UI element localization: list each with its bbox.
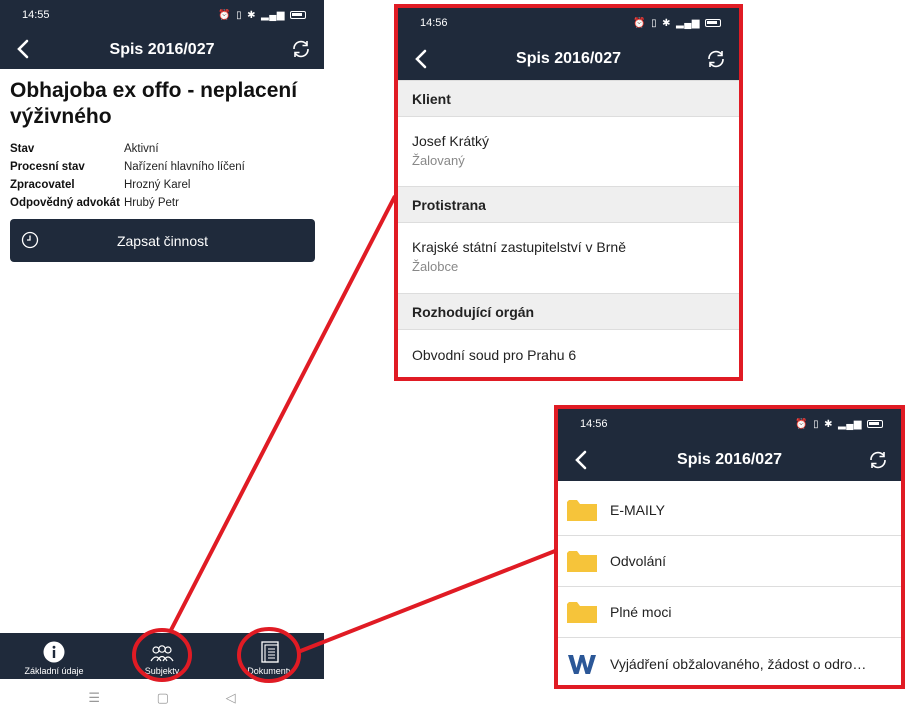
info-value: Hrozný Karel bbox=[124, 179, 191, 191]
status-icons: ⏰ ▯ ✱ ▂▄▆ bbox=[795, 419, 883, 430]
battery-icon bbox=[867, 420, 883, 428]
nav-label: Dokumenty bbox=[247, 666, 293, 676]
main-screen: 14:55 ⏰ ▯ ✱ ▂▄▆ Spis 2016/027 Obhajoba e… bbox=[0, 0, 324, 713]
refresh-icon[interactable] bbox=[867, 449, 889, 471]
document-name: Vyjádření obžalovaného, žádost o odro… bbox=[610, 655, 867, 672]
info-label: Odpovědný advokát bbox=[10, 197, 120, 209]
page-title: Spis 2016/027 bbox=[516, 50, 621, 67]
vibrate-icon: ▯ bbox=[651, 17, 658, 29]
word-icon bbox=[568, 654, 596, 674]
folder-icon bbox=[567, 602, 597, 623]
home-icon[interactable]: ▢ bbox=[157, 690, 169, 706]
folder-icon bbox=[567, 551, 597, 572]
back-arrow-icon[interactable] bbox=[410, 46, 434, 72]
signal-icon: ▂▄▆ bbox=[838, 418, 862, 430]
section-header-opposing-party: Protistrana bbox=[398, 186, 739, 223]
people-icon bbox=[150, 645, 174, 662]
folder-icon bbox=[567, 500, 597, 521]
alarm-icon: ⏰ bbox=[633, 17, 647, 29]
alarm-icon: ⏰ bbox=[795, 418, 809, 430]
vibrate-icon: ▯ bbox=[813, 418, 820, 430]
page-title: Spis 2016/027 bbox=[109, 40, 215, 58]
document-name: E-MAILY bbox=[610, 502, 665, 518]
clock-icon bbox=[21, 231, 39, 249]
battery-icon bbox=[290, 11, 306, 19]
back-arrow-icon[interactable] bbox=[12, 36, 36, 62]
subjects-screen-inset: 14:56 ⏰ ▯ ✱ ▂▄▆ Spis 2016/027 Klient Jos… bbox=[394, 4, 743, 381]
document-item[interactable]: Odvolání bbox=[558, 536, 901, 587]
refresh-icon[interactable] bbox=[705, 48, 727, 70]
status-icons: ⏰ ▯ ✱ ▂▄▆ bbox=[218, 10, 306, 21]
app-bar: Spis 2016/027 bbox=[0, 30, 324, 69]
nav-label: Subjekty bbox=[144, 666, 180, 676]
info-row-responsible-lawyer: Odpovědný advokát Hrubý Petr bbox=[10, 194, 245, 212]
subject-item-client[interactable]: Josef Krátký Žalovaný bbox=[398, 117, 739, 186]
subjects-list: Klient Josef Krátký Žalovaný Protistrana… bbox=[398, 80, 739, 377]
info-label: Stav bbox=[10, 143, 35, 155]
info-row-status: Stav Aktivní bbox=[10, 140, 245, 158]
info-value: Nařízení hlavního líčení bbox=[124, 161, 245, 173]
subject-name: Obvodní soud pro Prahu 6 bbox=[412, 347, 577, 363]
document-name: Plné moci bbox=[610, 604, 672, 620]
signal-icon: ▂▄▆ bbox=[676, 17, 700, 29]
case-info-table: Stav Aktivní Procesní stav Nařízení hlav… bbox=[10, 140, 245, 212]
document-item[interactable]: Vyjádření obžalovaného, žádost o odro… bbox=[558, 638, 901, 685]
status-time: 14:55 bbox=[22, 9, 50, 21]
back-triangle-icon[interactable]: ◁ bbox=[226, 690, 236, 706]
page-title: Spis 2016/027 bbox=[677, 451, 782, 468]
documents-screen-inset: 14:56 ⏰ ▯ ✱ ▂▄▆ Spis 2016/027 E-MAILY Od… bbox=[554, 405, 905, 689]
nav-label: Základní údaje bbox=[24, 666, 84, 676]
alarm-icon: ⏰ bbox=[218, 9, 232, 21]
menu-icon[interactable]: ☰ bbox=[88, 690, 100, 706]
app-bar: Spis 2016/027 bbox=[558, 439, 901, 481]
connector-line-documents bbox=[297, 549, 556, 654]
status-time: 14:56 bbox=[580, 418, 608, 430]
subject-role: Žalobce bbox=[412, 259, 459, 274]
documents-icon bbox=[261, 641, 279, 663]
case-title: Obhajoba ex offo - neplacení výživného bbox=[10, 79, 298, 128]
nav-item-documents[interactable]: Dokumenty bbox=[216, 633, 324, 679]
back-arrow-icon[interactable] bbox=[570, 447, 594, 473]
status-bar: 14:56 ⏰ ▯ ✱ ▂▄▆ bbox=[398, 8, 739, 38]
info-label: Zpracovatel bbox=[10, 179, 75, 191]
nav-item-basic-info[interactable]: Základní údaje bbox=[0, 633, 108, 679]
info-label: Procesní stav bbox=[10, 161, 85, 173]
bluetooth-icon: ✱ bbox=[824, 418, 834, 430]
nav-item-subjects[interactable]: Subjekty bbox=[108, 633, 216, 679]
subject-role: Žalovaný bbox=[412, 153, 465, 168]
info-icon bbox=[43, 641, 65, 663]
info-value: Aktivní bbox=[124, 143, 159, 155]
log-activity-button[interactable]: Zapsat činnost bbox=[10, 219, 315, 262]
subject-item-opposing-party[interactable]: Krajské státní zastupitelství v Brně Žal… bbox=[398, 223, 739, 293]
info-row-processor: Zpracovatel Hrozný Karel bbox=[10, 176, 245, 194]
battery-icon bbox=[705, 19, 721, 27]
vibrate-icon: ▯ bbox=[236, 9, 243, 21]
info-row-procedural-status: Procesní stav Nařízení hlavního líčení bbox=[10, 158, 245, 176]
document-name: Odvolání bbox=[610, 553, 667, 569]
status-bar: 14:55 ⏰ ▯ ✱ ▂▄▆ bbox=[0, 0, 324, 30]
refresh-icon[interactable] bbox=[290, 38, 312, 60]
log-activity-label: Zapsat činnost bbox=[116, 232, 209, 249]
info-value: Hrubý Petr bbox=[124, 197, 179, 209]
section-header-client: Klient bbox=[398, 80, 739, 117]
subject-item-deciding-body[interactable]: Obvodní soud pro Prahu 6 bbox=[398, 330, 739, 377]
status-bar: 14:56 ⏰ ▯ ✱ ▂▄▆ bbox=[558, 409, 901, 439]
subject-name: Josef Krátký bbox=[412, 133, 490, 149]
document-item[interactable]: Plné moci bbox=[558, 587, 901, 638]
app-bar: Spis 2016/027 bbox=[398, 38, 739, 80]
signal-icon: ▂▄▆ bbox=[261, 9, 285, 21]
bluetooth-icon: ✱ bbox=[662, 17, 672, 29]
subject-name: Krajské státní zastupitelství v Brně bbox=[412, 239, 626, 255]
document-item[interactable]: E-MAILY bbox=[558, 485, 901, 536]
system-navigation-bar: ☰ ▢ ◁ bbox=[0, 683, 324, 713]
bottom-navigation: Základní údaje Subjekty Dokumenty bbox=[0, 633, 324, 679]
status-time: 14:56 bbox=[420, 17, 448, 29]
section-header-deciding-body: Rozhodující orgán bbox=[398, 293, 739, 330]
bluetooth-icon: ✱ bbox=[247, 9, 257, 21]
status-icons: ⏰ ▯ ✱ ▂▄▆ bbox=[633, 18, 721, 29]
